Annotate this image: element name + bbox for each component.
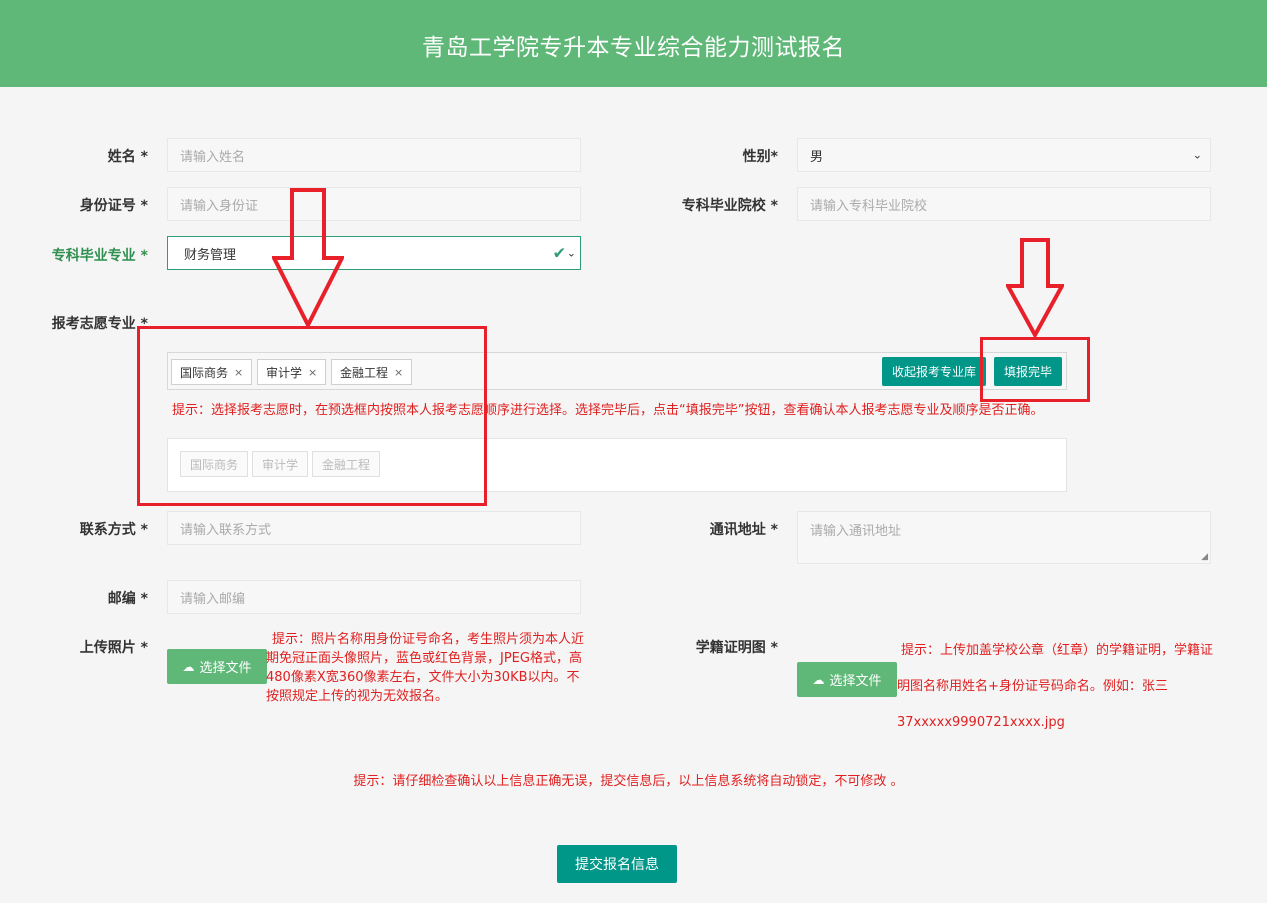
annotation-box	[137, 326, 487, 506]
student-cert-hint: 提示：上传加盖学校公章（红章）的学籍证明，学籍证明图名称用姓名+身份证号码命名。…	[897, 643, 1214, 730]
resize-handle-icon[interactable]: ◢	[1201, 552, 1208, 562]
contact-label: 联系方式 *	[79, 522, 148, 538]
college-input[interactable]: 请输入专科毕业院校	[797, 187, 1211, 221]
postcode-input[interactable]: 请输入邮编	[167, 580, 581, 614]
annotation-box	[980, 337, 1090, 402]
name-input[interactable]: 请输入姓名	[167, 138, 581, 172]
id-card-input[interactable]: 请输入身份证	[167, 187, 581, 221]
page-title: 青岛工学院专升本专业综合能力测试报名	[422, 35, 845, 61]
chevron-down-icon: ⌄	[566, 246, 576, 260]
cloud-upload-icon: ☁	[182, 659, 195, 674]
address-label: 通讯地址 *	[709, 522, 778, 538]
page-header: 青岛工学院专升本专业综合能力测试报名	[0, 0, 1267, 87]
wish-major-label: 报考志愿专业 *	[51, 316, 148, 332]
checkmark-icon: ✔	[552, 243, 566, 263]
college-major-label: 专科毕业专业 *	[51, 248, 148, 264]
annotation-arrow-icon	[272, 188, 344, 328]
final-hint: 提示：请仔细检查确认以上信息正确无误，提交信息后，以上信息系统将自动锁定，不可修…	[353, 774, 904, 789]
gender-value: 男	[810, 149, 824, 165]
college-major-value: 财务管理	[184, 247, 237, 263]
gender-select[interactable]: 男 ⌄	[797, 138, 1211, 172]
student-cert-label: 学籍证明图 *	[695, 640, 778, 656]
id-card-label: 身份证号 *	[79, 198, 148, 214]
college-label: 专科毕业院校 *	[681, 198, 778, 214]
photo-upload-button[interactable]: ☁ 选择文件	[167, 649, 267, 684]
cloud-upload-icon: ☁	[812, 672, 825, 687]
gender-label: 性别*	[742, 149, 778, 165]
photo-hint: 提示：照片名称用身份证号命名，考生照片须为本人近期免冠正面头像照片，蓝色或红色背…	[266, 632, 585, 704]
address-placeholder: 请输入通讯地址	[810, 524, 902, 539]
postcode-label: 邮编 *	[107, 591, 148, 607]
submit-button[interactable]: 提交报名信息	[557, 845, 677, 883]
college-major-select[interactable]: 财务管理 ✔ ⌄	[167, 236, 581, 270]
chevron-down-icon: ⌄	[1192, 148, 1202, 162]
collapse-major-library-button[interactable]: 收起报考专业库	[882, 357, 986, 386]
student-cert-upload-button[interactable]: ☁ 选择文件	[797, 662, 897, 697]
name-label: 姓名 *	[107, 149, 148, 165]
contact-input[interactable]: 请输入联系方式	[167, 511, 581, 545]
photo-label: 上传照片 *	[79, 640, 148, 656]
annotation-arrow-icon	[1006, 238, 1064, 338]
address-textarea[interactable]: 请输入通讯地址 ◢	[797, 511, 1211, 564]
